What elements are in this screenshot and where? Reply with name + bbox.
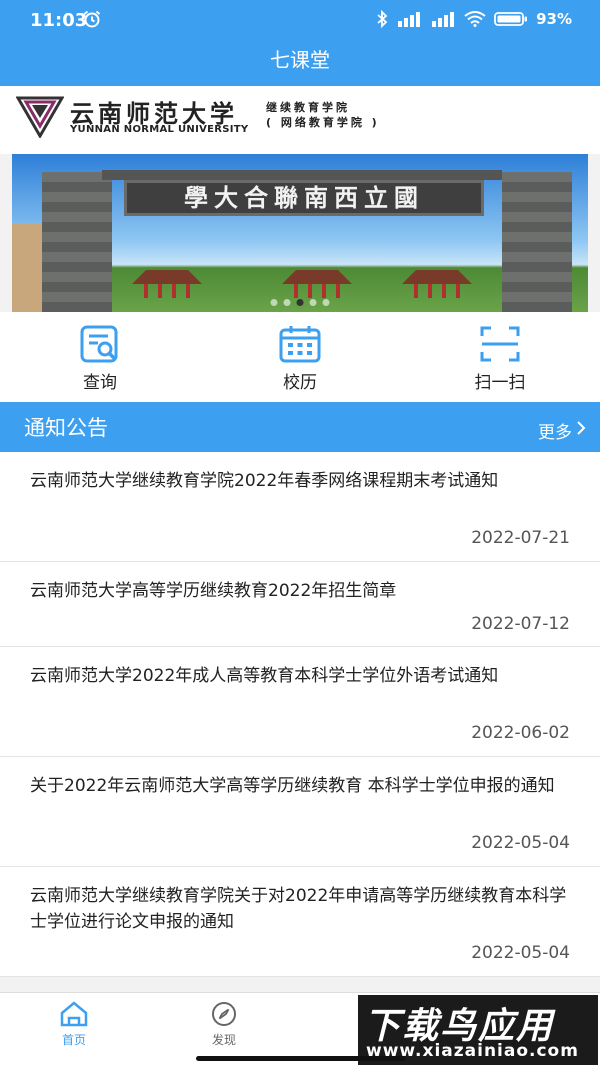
- gate-roof: [102, 170, 502, 180]
- notice-heading: 通知公告: [24, 416, 108, 440]
- alarm-icon: [83, 10, 101, 28]
- notice-date: 2022-07-12: [471, 614, 570, 634]
- university-logo: 云南师范大学 YUNNAN NORMAL UNIVERSITY 继续教育学院 (…: [0, 86, 600, 154]
- notice-date: 2022-07-21: [471, 528, 570, 548]
- notice-item[interactable]: 云南师范大学高等学历继续教育2022年招生简章 2022-07-12: [0, 562, 600, 647]
- calendar-icon: [279, 326, 321, 363]
- gate-pillar-left: [42, 172, 112, 312]
- gate-inscription: 學大合聯南西立國: [124, 180, 484, 216]
- page-title: 七课堂: [270, 48, 330, 72]
- gate-pillar-right: [502, 172, 572, 312]
- wifi-icon: [464, 11, 486, 27]
- query-label: 查询: [83, 373, 117, 393]
- notice-item[interactable]: 云南师范大学继续教育学院2022年春季网络课程期末考试通知 2022-07-21: [0, 452, 600, 562]
- notice-date: 2022-05-04: [471, 833, 570, 853]
- notice-item[interactable]: 云南师范大学2022年成人高等教育本科学士学位外语考试通知 2022-06-02: [0, 647, 600, 757]
- scan-button[interactable]: 扫一扫: [400, 312, 600, 402]
- app-header: 七课堂: [0, 40, 600, 86]
- signal-icon: [398, 12, 421, 27]
- carousel-dot-active[interactable]: [296, 299, 304, 306]
- signal-icon-2: [432, 12, 455, 27]
- quick-actions: 查询 校历 扫一扫: [0, 312, 600, 402]
- more-link[interactable]: 更多: [538, 418, 572, 443]
- carousel-dot[interactable]: [270, 299, 278, 306]
- logo-subtitle-line2: ( 网络教育学院 ): [266, 116, 380, 129]
- scan-label: 扫一扫: [474, 373, 526, 393]
- status-bar: 11:03 93%: [0, 0, 600, 40]
- carousel-dot[interactable]: [322, 299, 330, 306]
- calendar-label: 校历: [283, 373, 317, 393]
- tab-home[interactable]: 首页: [34, 1001, 114, 1048]
- battery-level: 93%: [536, 10, 572, 28]
- notice-date: 2022-05-04: [471, 943, 570, 963]
- notice-date: 2022-06-02: [471, 723, 570, 743]
- tab-home-label: 首页: [61, 1033, 86, 1047]
- banner-pavilion: [402, 270, 472, 298]
- logo-subtitle-line1: 继续教育学院: [266, 101, 350, 114]
- logo-subtitle: 继续教育学院 ( 网络教育学院 ): [266, 100, 380, 130]
- carousel-indicators: [270, 299, 330, 306]
- notice-title: 云南师范大学继续教育学院2022年春季网络课程期末考试通知: [30, 471, 499, 491]
- home-icon: [60, 1001, 88, 1027]
- notice-item[interactable]: 关于2022年云南师范大学高等学历继续教育 本科学士学位申报的通知 2022-0…: [0, 757, 600, 867]
- banner-pavilion: [132, 270, 202, 298]
- notice-list: 云南师范大学继续教育学院2022年春季网络课程期末考试通知 2022-07-21…: [0, 452, 600, 977]
- carousel-dot[interactable]: [283, 299, 291, 306]
- search-doc-icon: [80, 325, 118, 363]
- university-emblem-icon: [16, 96, 64, 138]
- watermark: 下载鸟应用 www.xiazainiao.com: [358, 995, 598, 1065]
- scan-icon: [480, 326, 520, 362]
- query-button[interactable]: 查询: [0, 312, 200, 402]
- chevron-right-icon[interactable]: [576, 421, 586, 435]
- banner-carousel[interactable]: 學大合聯南西立國: [12, 154, 588, 312]
- notice-title: 关于2022年云南师范大学高等学历继续教育 本科学士学位申报的通知: [30, 776, 555, 796]
- notice-title: 云南师范大学高等学历继续教育2022年招生简章: [30, 581, 397, 601]
- calendar-button[interactable]: 校历: [200, 312, 400, 402]
- compass-icon: [212, 1002, 236, 1026]
- battery-icon: [494, 12, 528, 26]
- notice-title: 云南师范大学2022年成人高等教育本科学士学位外语考试通知: [30, 666, 499, 686]
- tab-discover-label: 发现: [211, 1033, 236, 1047]
- status-time: 11:03: [30, 10, 88, 31]
- notice-header: 通知公告 更多: [0, 402, 600, 452]
- carousel-dot[interactable]: [309, 299, 317, 306]
- notice-title: 云南师范大学继续教育学院关于对2022年申请高等学历继续教育本科学士学位进行论文…: [30, 886, 567, 932]
- bluetooth-icon: [377, 10, 388, 28]
- banner-pavilion: [282, 270, 352, 298]
- status-icons: 93%: [376, 10, 572, 28]
- home-indicator[interactable]: [196, 1056, 406, 1061]
- logo-english-name: YUNNAN NORMAL UNIVERSITY: [70, 124, 249, 135]
- notice-item[interactable]: 云南师范大学继续教育学院关于对2022年申请高等学历继续教育本科学士学位进行论文…: [0, 867, 600, 977]
- tab-discover[interactable]: 发现: [184, 1001, 264, 1048]
